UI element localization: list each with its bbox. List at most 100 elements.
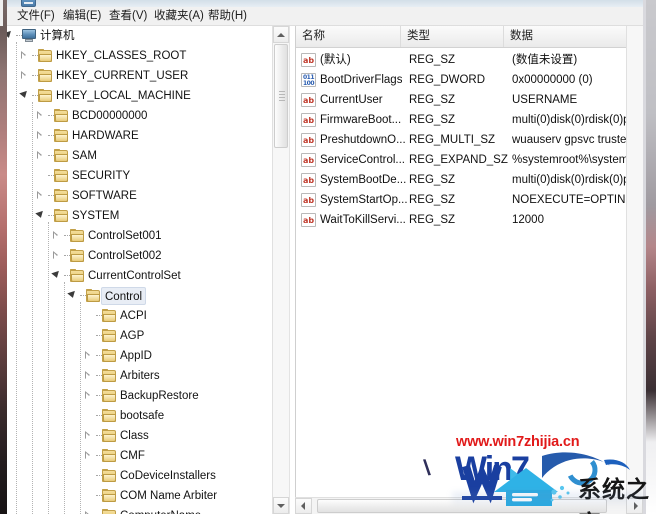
menu-item-3[interactable]: 收藏夹(A) (151, 9, 207, 24)
string-value-icon: ab (301, 53, 316, 67)
pane-splitter[interactable] (289, 26, 295, 514)
value-type: REG_SZ (409, 114, 456, 126)
tree-expand-toggle-open-icon[interactable] (20, 91, 29, 100)
column-header-0[interactable]: 名称 (296, 26, 401, 47)
value-type: REG_MULTI_SZ (409, 134, 496, 146)
tree-vertical-scrollbar[interactable] (272, 26, 289, 514)
tree-expand-toggle-closed-icon[interactable] (36, 151, 45, 160)
tree-item-6[interactable]: SAM (3, 146, 273, 166)
tree-item-11[interactable]: ControlSet002 (3, 246, 273, 266)
folder-icon (38, 69, 52, 82)
tree-item-20[interactable]: Class (3, 426, 273, 446)
tree-scroll-down-button[interactable] (273, 497, 289, 514)
tree-item-2[interactable]: HKEY_CURRENT_USER (3, 66, 273, 86)
tree-guide-line (48, 222, 49, 514)
value-row[interactable]: ab (默认) REG_SZ (数值未设置) (296, 50, 643, 70)
list-scroll-left-button[interactable] (295, 498, 312, 514)
tree-expand-toggle-closed-icon[interactable] (20, 51, 29, 60)
folder-icon (54, 189, 68, 202)
value-data: 0x00000000 (0) (512, 74, 593, 86)
tree-item-19[interactable]: bootsafe (3, 406, 273, 426)
tree-item-22[interactable]: CoDeviceInstallers (3, 466, 273, 486)
tree-expand-toggle-closed-icon[interactable] (84, 351, 93, 360)
folder-icon (102, 449, 116, 462)
tree-expand-toggle-closed-icon[interactable] (36, 191, 45, 200)
list-scrollbar-thumb[interactable] (317, 499, 607, 513)
menu-bar: 文件(F) 编辑(E) 查看(V) 收藏夹(A) 帮助(H) (3, 7, 646, 26)
tree-item-15[interactable]: AGP (3, 326, 273, 346)
list-vertical-scrollbar[interactable] (626, 26, 643, 497)
list-horizontal-scrollbar[interactable] (295, 497, 643, 514)
tree-item-0[interactable]: 计算机 (3, 26, 273, 46)
menu-item-4[interactable]: 帮助(H) (205, 9, 250, 24)
value-row[interactable]: ab SystemStartOp... REG_SZ NOEXECUTE=OPTIN (296, 190, 643, 210)
tree-item-24[interactable]: ComputerName (3, 506, 273, 514)
value-name: FirmwareBoot... (320, 114, 402, 126)
registry-editor-window: 文件(F) 编辑(E) 查看(V) 收藏夹(A) 帮助(H) 计算机 HKEY_CLASS… (0, 0, 656, 514)
list-scrollbar-track[interactable] (627, 26, 643, 497)
folder-icon (54, 209, 68, 222)
tree-item-23[interactable]: COM Name Arbiter (3, 486, 273, 506)
tree-item-9[interactable]: SYSTEM (3, 206, 273, 226)
tree-scrollbar-thumb[interactable] (274, 44, 288, 148)
folder-icon (54, 169, 68, 182)
tree-item-12[interactable]: CurrentControlSet (3, 266, 273, 286)
registry-values-list[interactable]: 名称 类型 数据 ab (默认) REG_SZ (数值未设置) 011 100 BootDriv… (295, 26, 643, 514)
tree-item-7[interactable]: SECURITY (3, 166, 273, 186)
tree-item-label: ACPI (120, 310, 147, 322)
tree-item-21[interactable]: CMF (3, 446, 273, 466)
tree-expand-toggle-open-icon[interactable] (52, 271, 61, 280)
tree-item-4[interactable]: BCD00000000 (3, 106, 273, 126)
value-row[interactable]: ab SystemBootDe... REG_SZ multi(0)disk(0)rd… (296, 170, 643, 190)
value-name: SystemStartOp... (320, 194, 408, 206)
tree-item-10[interactable]: ControlSet001 (3, 226, 273, 246)
tree-item-1[interactable]: HKEY_CLASSES_ROOT (3, 46, 273, 66)
value-row[interactable]: ab ServiceControl... REG_EXPAND_SZ %systemr… (296, 150, 643, 170)
menu-item-1[interactable]: 编辑(E) (60, 9, 104, 24)
tree-expand-toggle-open-icon[interactable] (68, 291, 77, 300)
value-name: (默认) (320, 54, 351, 66)
value-data: USERNAME (512, 94, 578, 106)
tree-item-8[interactable]: SOFTWARE (3, 186, 273, 206)
column-header-2[interactable]: 数据 (504, 26, 643, 47)
tree-item-label: HKEY_CLASSES_ROOT (56, 50, 187, 62)
value-row[interactable]: ab PreshutdownO... REG_MULTI_SZ wuauserv gp… (296, 130, 643, 150)
tree-expand-toggle-closed-icon[interactable] (52, 231, 61, 240)
value-row[interactable]: ab WaitToKillServi... REG_SZ 12000 (296, 210, 643, 230)
value-row[interactable]: 011 100 BootDriverFlags REG_DWORD 0x00000000… (296, 70, 643, 90)
tree-expand-toggle-closed-icon[interactable] (84, 451, 93, 460)
tree-expand-toggle-closed-icon[interactable] (36, 111, 45, 120)
list-scroll-right-button[interactable] (626, 498, 643, 514)
tree-item-label: CMF (120, 450, 145, 462)
column-header-1[interactable]: 类型 (401, 26, 504, 47)
menu-item-2[interactable]: 查看(V) (106, 9, 150, 24)
value-row[interactable]: ab FirmwareBoot... REG_SZ multi(0)disk(0)rd… (296, 110, 643, 130)
tree-scroll-up-button[interactable] (273, 26, 289, 43)
tree-item-18[interactable]: BackupRestore (3, 386, 273, 406)
tree-expand-toggle-closed-icon[interactable] (84, 391, 93, 400)
tree-item-13[interactable]: Control (3, 286, 273, 306)
value-data: (数值未设置) (512, 54, 578, 66)
value-type: REG_DWORD (409, 74, 486, 86)
tree-item-3[interactable]: HKEY_LOCAL_MACHINE (3, 86, 273, 106)
value-row[interactable]: ab CurrentUser REG_SZ USERNAME (296, 90, 643, 110)
tree-item-label: Control (101, 287, 147, 305)
tree-expand-toggle-closed-icon[interactable] (20, 71, 29, 80)
tree-expand-toggle-closed-icon[interactable] (52, 251, 61, 260)
tree-expand-toggle-closed-icon[interactable] (84, 431, 93, 440)
tree-item-14[interactable]: ACPI (3, 306, 273, 326)
tree-expand-toggle-closed-icon[interactable] (36, 131, 45, 140)
tree-item-17[interactable]: Arbiters (3, 366, 273, 386)
string-value-icon: ab (301, 113, 316, 127)
value-name: WaitToKillServi... (320, 214, 406, 226)
folder-icon (102, 369, 116, 382)
registry-key-tree[interactable]: 计算机 HKEY_CLASSES_ROOT HKEY_CURRENT_USER HKE… (3, 26, 273, 514)
tree-expand-toggle-closed-icon[interactable] (84, 371, 93, 380)
tree-expand-toggle-open-icon[interactable] (36, 211, 45, 220)
tree-item-5[interactable]: HARDWARE (3, 126, 273, 146)
menu-item-0[interactable]: 文件(F) (14, 9, 58, 24)
registry-editor-icon (21, 0, 36, 7)
folder-icon (102, 409, 116, 422)
tree-item-16[interactable]: AppID (3, 346, 273, 366)
tree-item-label: HARDWARE (72, 130, 139, 142)
